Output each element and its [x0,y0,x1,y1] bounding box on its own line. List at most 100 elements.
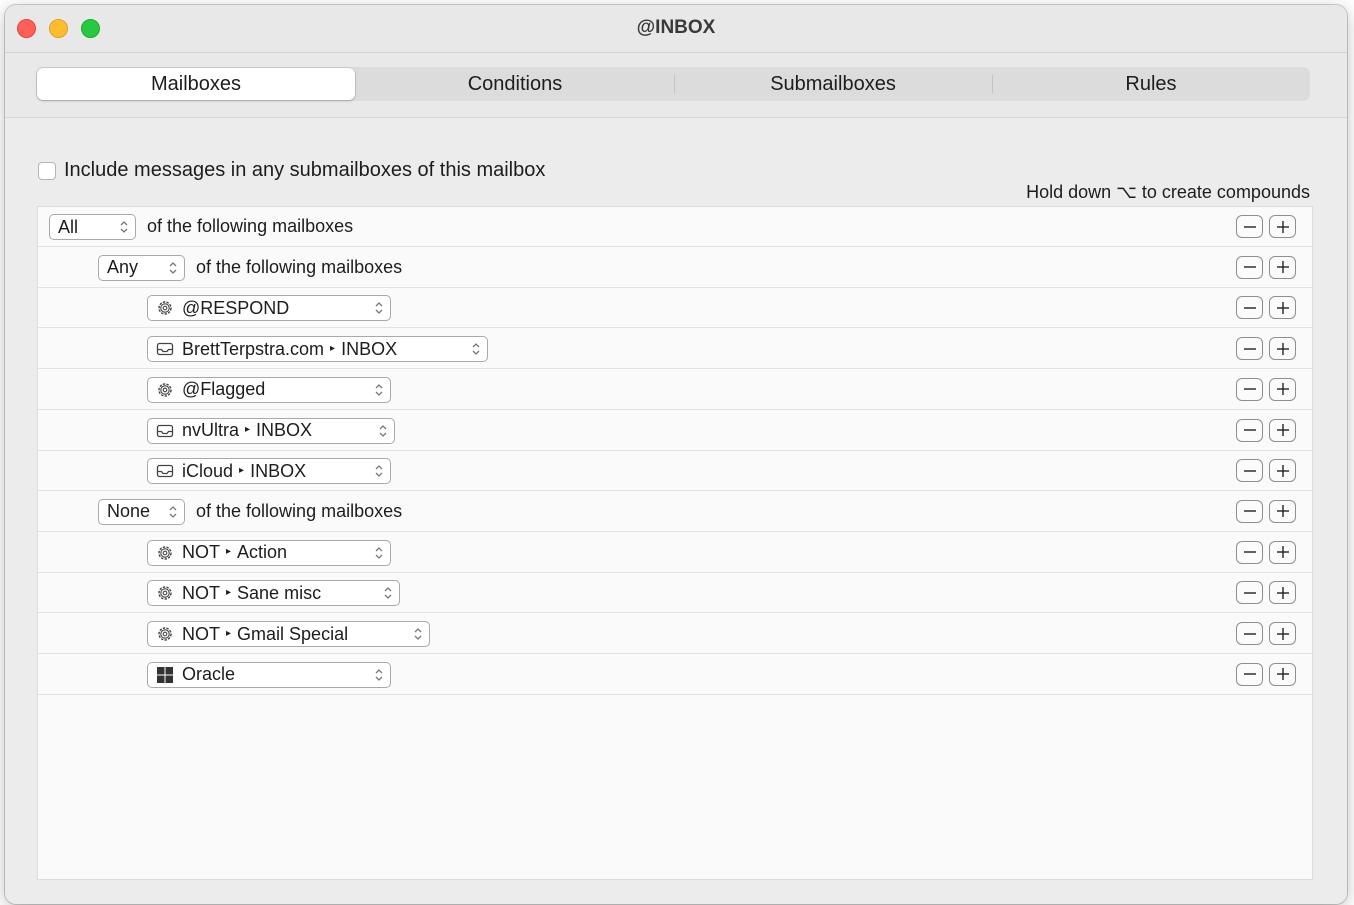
mailbox-selector[interactable]: nvUltra ▸ INBOX [147,417,395,444]
add-row-button[interactable] [1269,540,1296,564]
mailbox-selector[interactable]: BrettTerpstra.com ▸ INBOX [147,336,488,363]
mailbox-path-part: Gmail Special [237,623,349,644]
remove-row-button[interactable] [1236,622,1263,645]
tab-label: Rules [1125,72,1177,95]
plus-icon [1276,342,1289,355]
gear-icon [158,301,172,316]
minus-icon [1243,551,1256,553]
group-rule-row: Any of the following mailboxes [38,248,1312,288]
mailboxes-pane: Include messages in any submailboxes of … [5,118,1347,904]
mailbox-path-part: INBOX [250,460,307,481]
plus-icon [1276,505,1289,518]
plus-icon [1276,464,1289,477]
tab-label: Conditions [467,72,563,95]
mailbox-selector[interactable]: @RESPOND [147,295,391,322]
group-rule-row: None of the following mailboxes [38,492,1312,532]
tab-rules[interactable]: Rules [992,67,1310,101]
mailbox-selector[interactable]: NOT ▸ Action [147,539,391,566]
mailbox-path-part: Oracle [182,664,236,685]
remove-row-button[interactable] [1236,459,1263,483]
tab-conditions[interactable]: Conditions [356,67,674,101]
remove-row-button[interactable] [1236,337,1263,361]
tab-mailboxes[interactable]: Mailboxes [37,68,355,100]
add-row-button[interactable] [1269,296,1296,320]
remove-row-button[interactable] [1236,499,1263,523]
add-row-button[interactable] [1269,662,1296,686]
mailbox-path: NOT ▸ Action [182,542,287,563]
mailbox-rule-row: iCloud ▸ INBOX [38,451,1312,492]
plus-icon [1276,627,1289,640]
mailbox-selector[interactable]: @Flagged [147,376,391,403]
tab-label: Submailboxes [770,72,896,95]
add-row-button[interactable] [1269,377,1296,401]
plus-icon [1276,668,1289,681]
gear-icon [158,383,172,397]
mailbox-selector[interactable]: NOT ▸ Gmail Special [147,621,430,647]
include-submailboxes-option[interactable]: Include messages in any submailboxes of … [38,159,545,182]
remove-row-button[interactable] [1236,296,1263,320]
remove-row-button[interactable] [1236,581,1263,605]
path-separator-icon: ▸ [226,627,232,639]
mailbox-path-part: nvUltra [182,420,240,440]
chevron-updown-icon [414,628,422,640]
add-row-button[interactable] [1269,337,1296,361]
include-submailboxes-checkbox[interactable] [38,161,56,180]
window-title: @INBOX [636,17,716,38]
chevron-updown-icon [375,465,383,478]
add-row-button[interactable] [1269,215,1296,238]
tab-label: Mailboxes [150,72,242,95]
remove-row-button[interactable] [1236,255,1263,279]
tab-bar-area: Mailboxes Conditions Submailboxes Rules [5,53,1347,118]
minus-icon [1243,429,1256,431]
chevron-updown-icon [169,505,177,518]
include-submailboxes-label: Include messages in any submailboxes of … [64,159,546,181]
gear-icon [158,586,172,600]
add-row-button[interactable] [1269,459,1296,483]
windows-icon [157,666,173,683]
group-rule-text: of the following mailboxes [147,216,354,236]
tab-submailboxes[interactable]: Submailboxes [674,67,992,101]
mailbox-path-part: @RESPOND [182,297,290,318]
chevron-updown-icon [169,261,177,274]
mailbox-path: NOT ▸ Sane misc [182,583,321,604]
chevron-updown-icon [379,424,387,437]
mailbox-path: BrettTerpstra.com ▸ INBOX [182,339,397,360]
remove-row-button[interactable] [1236,377,1263,401]
add-row-button[interactable] [1269,499,1296,523]
group-match-selector[interactable]: Any [98,254,185,281]
remove-row-button[interactable] [1236,540,1263,564]
plus-icon [1276,220,1289,233]
mailbox-selector[interactable]: NOT ▸ Sane misc [147,580,400,607]
remove-row-button[interactable] [1236,662,1263,686]
minus-icon [1243,266,1256,268]
mailbox-selector[interactable]: Oracle [147,661,391,688]
add-row-button[interactable] [1269,418,1296,442]
mailbox-path-part: NOT [182,542,220,563]
minus-icon [1243,592,1256,594]
mailbox-path: @RESPOND [182,298,289,319]
group-match-selector[interactable]: None [98,498,185,525]
mailbox-rule-row: @Flagged [38,370,1312,410]
mailbox-path-part: INBOX [256,420,313,440]
mailbox-path-part: @Flagged [182,379,266,400]
plus-icon [1276,301,1289,314]
inbox-icon [156,465,174,478]
mailbox-path: nvUltra ▸ INBOX [182,420,312,441]
group-match-selector[interactable]: All [49,214,136,240]
mailbox-selector[interactable]: iCloud ▸ INBOX [147,458,391,485]
window: @INBOX Mailboxes Conditions Submailboxes… [5,5,1347,904]
plus-icon [1276,261,1289,274]
add-row-button[interactable] [1269,622,1296,645]
remove-row-button[interactable] [1236,418,1263,442]
inbox-icon [156,342,174,356]
path-separator-icon: ▸ [245,424,251,435]
mailbox-rule-list: All of the following mailboxes Any of the f… [37,206,1313,880]
minus-icon [1243,510,1256,513]
inbox-icon [156,424,174,437]
mailbox-path-part: iCloud [182,460,234,481]
add-row-button[interactable] [1269,581,1296,605]
mailbox-rule-row: BrettTerpstra.com ▸ INBOX [38,329,1312,370]
remove-row-button[interactable] [1236,215,1263,238]
minus-icon [1243,469,1256,472]
add-row-button[interactable] [1269,255,1296,279]
